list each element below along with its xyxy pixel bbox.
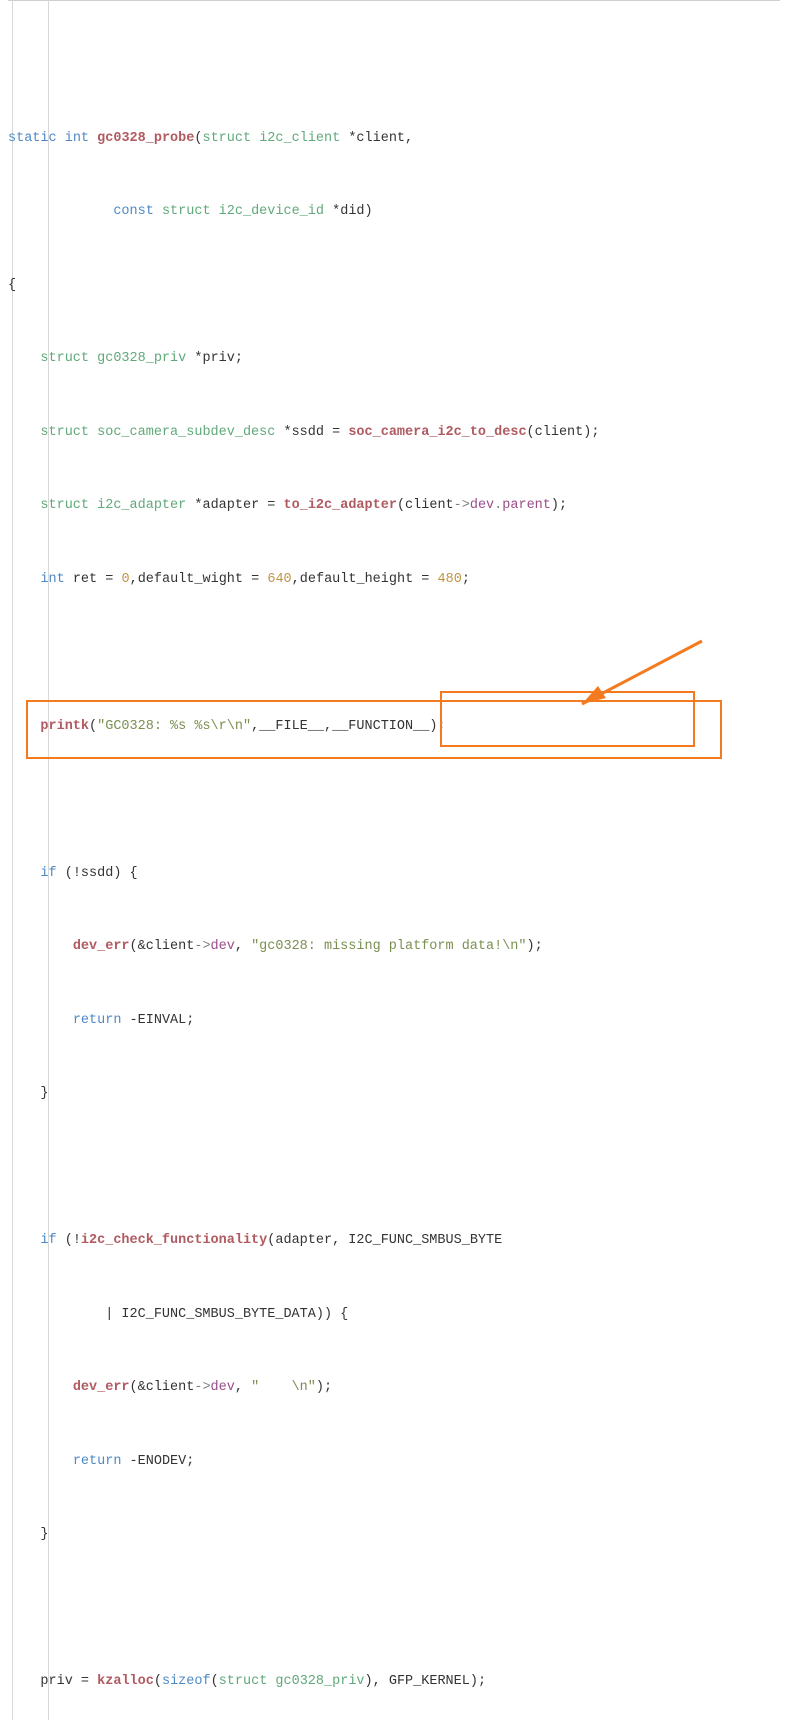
annotation-box-inner [440, 691, 695, 747]
code-line: struct gc0328_priv *priv; [8, 347, 792, 372]
code-line [8, 1156, 792, 1181]
code-line: if (!ssdd) { [8, 862, 792, 887]
code-line: } [8, 1082, 792, 1107]
code-line: if (!i2c_check_functionality(adapter, I2… [8, 1229, 792, 1254]
code-line: static int gc0328_probe(struct i2c_clien… [8, 127, 792, 152]
code-line: } [8, 1523, 792, 1548]
code-line: struct i2c_adapter *adapter = to_i2c_ada… [8, 494, 792, 519]
code-line: return -ENODEV; [8, 1450, 792, 1475]
code-line: { [8, 274, 792, 299]
code-line: return -EINVAL; [8, 1009, 792, 1034]
code-line: int ret = 0,default_wight = 640,default_… [8, 568, 792, 593]
code-line: const struct i2c_device_id *did) [8, 200, 792, 225]
code-line [8, 788, 792, 813]
code-line: priv = kzalloc(sizeof(struct gc0328_priv… [8, 1670, 792, 1695]
code-line: struct soc_camera_subdev_desc *ssdd = so… [8, 421, 792, 446]
code-line: dev_err(&client->dev, "gc0328: missing p… [8, 935, 792, 960]
code-line: | I2C_FUNC_SMBUS_BYTE_DATA)) { [8, 1303, 792, 1328]
code-line: dev_err(&client->dev, " \n"); [8, 1376, 792, 1401]
code-line [8, 1597, 792, 1622]
code-line [8, 641, 792, 666]
code-block: static int gc0328_probe(struct i2c_clien… [0, 0, 792, 1720]
